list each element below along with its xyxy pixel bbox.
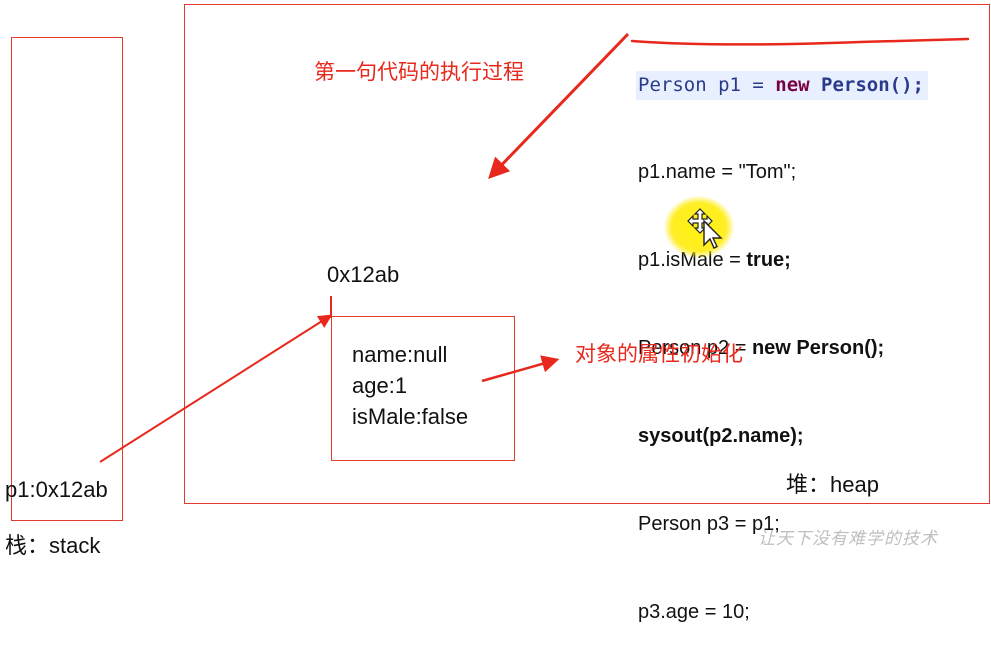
- stack-reference-p1: p1:0x12ab: [5, 477, 108, 502]
- code-line-7: p3.age = 10;: [638, 600, 750, 623]
- object-address-label: 0x12ab: [327, 262, 400, 287]
- heap-label: 堆：heap: [786, 472, 879, 497]
- code-line-4-part-b: new Person();: [751, 337, 885, 360]
- code-line-1-part-a: Person p1 =: [638, 73, 776, 96]
- stack-label: 栈：stack: [5, 533, 101, 558]
- code-line-5-text: sysout(p2.name);: [638, 425, 804, 448]
- attribute-ismale: isMale:false: [352, 404, 469, 429]
- annotation-first-statement: 第一句代码的执行过程: [314, 61, 524, 84]
- code-line-2: p1.name = "Tom";: [638, 161, 797, 184]
- attribute-age: age:1: [352, 373, 408, 398]
- annotation-attribute-init: 对象的属性初始化: [575, 343, 743, 366]
- cursor-highlight: [664, 196, 734, 258]
- code-listing: Person p1 = new Person(); p1.name = "Tom…: [636, 12, 928, 657]
- code-line-5: sysout(p2.name);: [638, 422, 928, 451]
- watermark-text: 让天下没有难学的技术: [758, 529, 938, 549]
- code-line-1-part-b: Person();: [809, 73, 924, 96]
- object-attributes: name:null age:1 isMale:false: [352, 339, 468, 432]
- code-line-3-part-b: true;: [746, 249, 791, 272]
- code-line-1-highlight: Person p1 = new Person();: [636, 70, 928, 100]
- stack-region: [11, 37, 123, 521]
- code-line-1: Person p1 = new Person();: [636, 70, 928, 100]
- code-line-1-keyword: new: [775, 73, 810, 96]
- attribute-name: name:null: [352, 342, 448, 367]
